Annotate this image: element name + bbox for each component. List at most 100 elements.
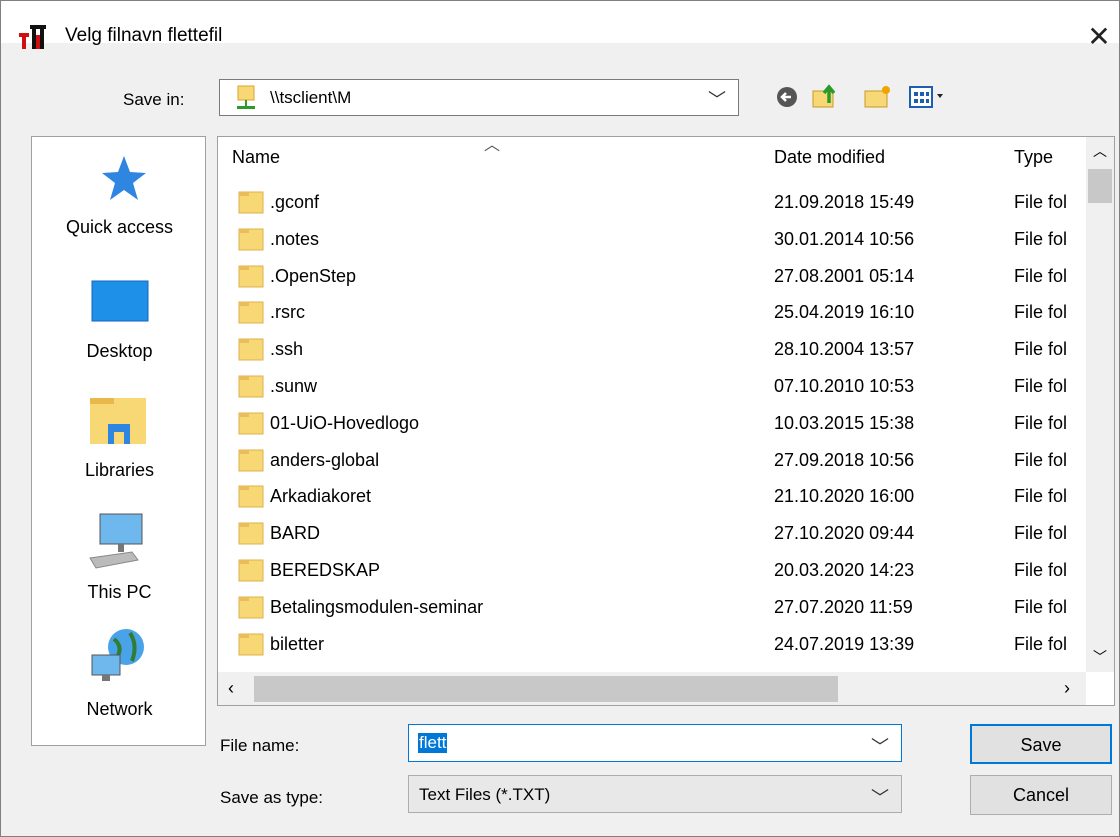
this-pc-icon [89, 513, 143, 569]
file-name: .rsrc [270, 302, 305, 323]
file-date: 20.03.2020 14:23 [774, 560, 915, 580]
file-row[interactable]: Betalingsmodulen-seminar 27.07.2020 11:59… [218, 589, 1086, 625]
vertical-scrollbar[interactable]: ︿ ﹀ [1086, 137, 1114, 672]
file-date: 27.10.2020 09:44 [774, 523, 915, 544]
file-row[interactable]: BEREDSKAP 20.03.2020 14:23 File fol [218, 552, 1086, 588]
back-icon[interactable] [771, 81, 803, 113]
file-name-input[interactable]: flett ﹀ [408, 724, 902, 762]
file-date: 27.08.2001 05:14 [774, 265, 915, 286]
file-type: File fol [1014, 265, 1068, 286]
folder-icon [238, 522, 264, 545]
file-name: Betalingsmodulen-seminar [270, 596, 484, 617]
file-list[interactable]: ︿ Name Date modified Type .gconf 21.09.20… [217, 136, 1115, 706]
places-bar: Quick access Desktop Libraries This PC N… [31, 136, 206, 746]
file-date: 10.03.2015 15:38 [774, 412, 915, 433]
file-name: .gconf [270, 192, 320, 212]
file-type: File fol [1014, 302, 1068, 323]
save-in-label: Save in: [123, 90, 185, 109]
file-date: 24.07.2019 13:39 [774, 633, 915, 654]
folder-icon [238, 449, 264, 472]
file-date: 28.10.2004 13:57 [774, 339, 915, 360]
file-row[interactable]: .rsrc 25.04.2019 16:10 File fol [218, 294, 1086, 330]
column-header-date[interactable]: Date modified [774, 147, 885, 168]
file-type: File fol [1014, 228, 1068, 249]
file-row[interactable]: .notes 30.01.2014 10:56 File fol [218, 221, 1086, 257]
file-date: 07.10.2010 10:53 [774, 376, 915, 396]
window-title: Velg filnavn flettefil [65, 25, 223, 46]
save-in-combobox[interactable]: \\tsclient\M ﹀ [219, 79, 739, 116]
file-type: File fol [1014, 376, 1068, 396]
cancel-button[interactable]: Cancel [970, 775, 1112, 815]
file-row[interactable]: anders-global 27.09.2018 10:56 File fol [218, 442, 1086, 478]
file-type: File fol [1014, 633, 1068, 654]
place-label: Quick access [65, 217, 174, 237]
app-icon [19, 25, 46, 49]
network-drive-icon [237, 85, 255, 109]
file-name-value: flett [418, 733, 448, 753]
file-row[interactable]: .gconf 21.09.2018 15:49 File fol [218, 184, 1086, 220]
file-name: 01-UiO-Hovedlogo [270, 412, 420, 433]
vertical-scroll-thumb[interactable] [1088, 169, 1112, 203]
file-name: .OpenStep [270, 265, 357, 286]
folder-icon [238, 375, 264, 398]
file-row[interactable]: BARD 27.10.2020 09:44 File fol [218, 515, 1086, 551]
file-type: File fol [1014, 412, 1068, 433]
place-label: Network [86, 699, 153, 719]
save-button[interactable]: Save [970, 724, 1112, 764]
place-label: Libraries [84, 460, 155, 480]
save-as-type-value: Text Files (*.TXT) [419, 785, 551, 804]
desktop-icon [91, 280, 149, 322]
scroll-up-icon[interactable]: ︿ [1093, 141, 1107, 161]
file-name: biletter [270, 633, 325, 654]
file-row[interactable]: biletter 24.07.2019 13:39 File fol [218, 626, 1086, 662]
horizontal-scrollbar[interactable]: ‹ › [218, 672, 1086, 705]
file-type: File fol [1014, 560, 1068, 580]
column-header-name[interactable]: Name [232, 147, 280, 168]
file-date: 27.09.2018 10:56 [774, 449, 915, 470]
folder-icon [238, 596, 264, 619]
folder-icon [238, 559, 264, 582]
folder-icon [238, 265, 264, 288]
save-as-type-label: Save as type: [220, 788, 324, 807]
horizontal-scroll-thumb[interactable] [254, 676, 838, 702]
place-label: This PC [87, 582, 152, 602]
file-row[interactable]: .sunw 07.10.2010 10:53 File fol [218, 368, 1086, 404]
place-label: Desktop [86, 341, 153, 361]
close-icon[interactable]: ✕ [1081, 19, 1117, 55]
file-type: File fol [1014, 192, 1068, 212]
file-type: File fol [1014, 449, 1068, 470]
title-bar[interactable]: Velg filnavn flettefil ✕ [1, 1, 1119, 52]
file-row[interactable]: .ssh 28.10.2004 13:57 File fol [218, 331, 1086, 367]
up-folder-icon[interactable] [809, 81, 843, 113]
file-name: .sunw [270, 376, 318, 396]
folder-icon [238, 301, 264, 324]
view-menu-icon[interactable] [907, 81, 959, 113]
folder-icon [238, 485, 264, 508]
file-row[interactable]: Arkadiakoret 21.10.2020 16:00 File fol [218, 478, 1086, 514]
scroll-left-icon[interactable]: ‹ [228, 678, 234, 699]
file-name: .ssh [270, 339, 304, 360]
file-date: 25.04.2019 16:10 [774, 302, 915, 323]
scroll-down-icon[interactable]: ﹀ [1093, 647, 1107, 667]
network-icon [91, 629, 144, 681]
folder-icon [238, 412, 264, 435]
file-type: File fol [1014, 486, 1068, 507]
file-type: File fol [1014, 339, 1068, 360]
scroll-right-icon[interactable]: › [1064, 678, 1070, 699]
chevron-down-icon[interactable]: ﹀ [871, 733, 889, 759]
chevron-down-icon[interactable]: ﹀ [708, 86, 726, 112]
column-header-type[interactable]: Type [1014, 147, 1053, 168]
file-name: anders-global [270, 449, 380, 470]
file-type: File fol [1014, 596, 1068, 617]
file-name: .notes [270, 228, 320, 249]
file-row[interactable]: 01-UiO-Hovedlogo 10.03.2015 15:38 File fol [218, 405, 1086, 441]
folder-icon [238, 633, 264, 656]
new-folder-icon[interactable] [861, 81, 895, 113]
file-date: 21.09.2018 15:49 [774, 192, 915, 212]
file-row[interactable]: .OpenStep 27.08.2001 05:14 File fol [218, 258, 1086, 294]
save-as-type-select[interactable]: Text Files (*.TXT) ﹀ [408, 775, 902, 813]
folder-icon [238, 191, 264, 214]
file-date: 21.10.2020 16:00 [774, 486, 915, 507]
file-date: 27.07.2020 11:59 [774, 596, 913, 617]
chevron-down-icon[interactable]: ﹀ [871, 784, 889, 810]
